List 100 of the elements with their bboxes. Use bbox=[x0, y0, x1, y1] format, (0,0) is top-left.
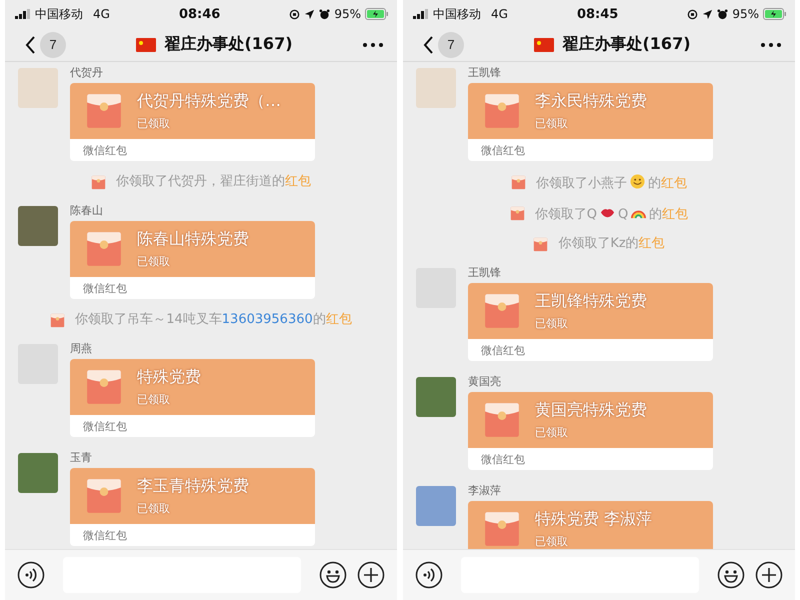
packet-footer: 微信红包 bbox=[70, 277, 315, 299]
back-button[interactable]: 7 bbox=[25, 32, 66, 58]
battery-charging-icon bbox=[763, 8, 787, 20]
envelope-icon bbox=[91, 175, 106, 190]
packet-title: 特殊党费 李淑萍 bbox=[535, 509, 652, 530]
carrier-name: 中国移动 bbox=[35, 6, 83, 22]
envelope-icon bbox=[483, 92, 521, 130]
chat-title: 翟庄办事处(167) bbox=[164, 34, 293, 55]
money-packet-card[interactable]: 李永民特殊党费 已领取 微信红包 bbox=[468, 83, 713, 161]
packet-title: 李永民特殊党费 bbox=[535, 91, 647, 112]
sender-name: 周燕 bbox=[70, 341, 93, 356]
smiley-icon bbox=[717, 561, 745, 589]
plus-icon bbox=[755, 561, 783, 589]
smiley-icon bbox=[630, 174, 645, 189]
packet-status: 已领取 bbox=[535, 116, 569, 131]
avatar-photo[interactable] bbox=[416, 486, 456, 526]
sender-name: 玉青 bbox=[70, 450, 93, 465]
signal-icon bbox=[15, 9, 31, 19]
system-notice: 你领取了小燕子 的红包 bbox=[536, 174, 687, 192]
flag-icon bbox=[136, 38, 156, 52]
packet-title: 王凯锋特殊党费 bbox=[535, 291, 647, 312]
packet-title: 陈春山特殊党费 bbox=[137, 229, 249, 250]
avatar-photo[interactable] bbox=[416, 377, 456, 417]
avatar-photo[interactable] bbox=[18, 68, 58, 108]
alarm-clock-icon bbox=[717, 8, 728, 20]
envelope-icon bbox=[483, 292, 521, 330]
packet-footer: 微信红包 bbox=[70, 524, 315, 546]
rotation-lock-icon bbox=[687, 8, 698, 20]
envelope-icon bbox=[85, 368, 123, 406]
sender-name: 李淑萍 bbox=[468, 483, 502, 498]
voice-button[interactable] bbox=[17, 561, 45, 589]
unread-count-badge: 7 bbox=[438, 32, 464, 58]
sender-name: 王凯锋 bbox=[468, 65, 502, 80]
system-notice: 你领取了吊车～14吨叉车13603956360的红包 bbox=[75, 312, 352, 328]
packet-title: 特殊党费 bbox=[137, 367, 201, 388]
chat-title: 翟庄办事处(167) bbox=[562, 34, 691, 55]
envelope-icon bbox=[511, 175, 526, 190]
flag-icon bbox=[534, 38, 554, 52]
more-dots-icon bbox=[761, 42, 781, 46]
packet-title: 代贺丹特殊党费（… bbox=[137, 91, 281, 112]
location-arrow-icon bbox=[304, 8, 316, 20]
voice-icon bbox=[17, 561, 45, 589]
packet-status: 已领取 bbox=[535, 316, 569, 331]
avatar-photo[interactable] bbox=[18, 453, 58, 493]
carrier-name: 中国移动 bbox=[433, 6, 481, 22]
battery-charging-icon bbox=[365, 8, 389, 20]
smiley-icon bbox=[319, 561, 347, 589]
packet-status: 已领取 bbox=[535, 534, 569, 549]
sender-name: 王凯锋 bbox=[468, 265, 502, 280]
rotation-lock-icon bbox=[289, 8, 300, 20]
sender-name: 代贺丹 bbox=[70, 65, 104, 80]
network-type: 4G bbox=[93, 7, 110, 21]
battery-percent: 95% bbox=[732, 7, 759, 21]
voice-icon bbox=[415, 561, 443, 589]
location-arrow-icon bbox=[702, 8, 714, 20]
packet-status: 已领取 bbox=[137, 254, 171, 269]
envelope-icon bbox=[50, 313, 66, 328]
envelope-icon bbox=[85, 230, 123, 268]
packet-status: 已领取 bbox=[535, 425, 569, 440]
money-packet-card[interactable]: 王凯锋特殊党费 已领取 微信红包 bbox=[468, 283, 713, 361]
plus-icon bbox=[357, 561, 385, 589]
money-packet-card[interactable]: 陈春山特殊党费 已领取 微信红包 bbox=[70, 221, 315, 299]
phone-number-link[interactable]: 13603956360 bbox=[222, 312, 313, 327]
envelope-icon bbox=[510, 206, 525, 221]
more-button[interactable] bbox=[761, 42, 781, 46]
packet-status: 已领取 bbox=[137, 501, 171, 516]
back-button[interactable]: 7 bbox=[423, 32, 464, 58]
packet-footer: 微信红包 bbox=[70, 415, 315, 437]
add-button[interactable] bbox=[357, 561, 385, 589]
envelope-icon bbox=[483, 510, 521, 548]
alarm-clock-icon bbox=[319, 8, 330, 20]
back-chevron-icon bbox=[25, 36, 36, 54]
signal-icon bbox=[413, 9, 429, 19]
money-packet-card[interactable]: 李玉青特殊党费 已领取 微信红包 bbox=[70, 468, 315, 546]
packet-title: 黄国亮特殊党费 bbox=[535, 400, 647, 421]
sender-name: 陈春山 bbox=[70, 203, 104, 218]
battery-percent: 95% bbox=[334, 7, 361, 21]
money-packet-card[interactable]: 黄国亮特殊党费 已领取 微信红包 bbox=[468, 392, 713, 470]
system-notice: 你领取了Q Q 的红包 bbox=[534, 205, 688, 223]
unread-count-badge: 7 bbox=[40, 32, 66, 58]
system-notice: 你领取了代贺丹，翟庄街道的红包 bbox=[116, 174, 311, 190]
packet-status: 已领取 bbox=[137, 392, 171, 407]
status-time: 08:46 bbox=[178, 6, 222, 22]
more-dots-icon bbox=[363, 42, 383, 46]
more-button[interactable] bbox=[363, 42, 383, 46]
status-time: 08:45 bbox=[576, 6, 620, 22]
money-packet-card[interactable]: 代贺丹特殊党费（… 已领取 微信红包 bbox=[70, 83, 315, 161]
avatar-photo[interactable] bbox=[416, 68, 456, 108]
emoji-button[interactable] bbox=[717, 561, 745, 589]
envelope-icon bbox=[85, 477, 123, 515]
add-button[interactable] bbox=[755, 561, 783, 589]
envelope-icon bbox=[533, 237, 548, 252]
emoji-button[interactable] bbox=[319, 561, 347, 589]
packet-status: 已领取 bbox=[137, 116, 171, 131]
packet-footer: 微信红包 bbox=[70, 139, 315, 161]
envelope-icon bbox=[85, 92, 123, 130]
packet-footer: 微信红包 bbox=[468, 139, 713, 161]
avatar-photo[interactable] bbox=[18, 206, 58, 246]
money-packet-card[interactable]: 特殊党费 已领取 微信红包 bbox=[70, 359, 315, 437]
voice-button[interactable] bbox=[415, 561, 443, 589]
